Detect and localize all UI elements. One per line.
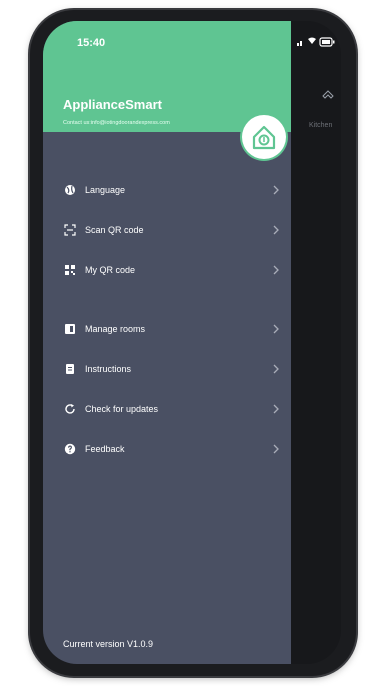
menu-item-manage-rooms[interactable]: Manage rooms [43,315,291,343]
book-icon [64,363,76,375]
phone-screen: Kitchen 15:40 ApplianceSmart Contact us:… [43,21,341,664]
scan-icon [64,224,76,236]
menu-item-my-qr[interactable]: My QR code [43,256,291,284]
version-text: Current version V1.0.9 [63,639,154,649]
smart-home-logo-icon [252,125,276,150]
side-drawer: 15:40 ApplianceSmart Contact us:info@iot… [43,21,291,664]
room-tab-label[interactable]: Kitchen [309,122,332,129]
refresh-icon [64,403,76,415]
home-outline-icon[interactable] [321,89,335,103]
menu-label-manage-rooms: Manage rooms [85,324,146,334]
chevron-right-icon [273,324,279,334]
contact-text: Contact us:info@iotingdoorandexpress.com [63,120,170,126]
menu-label-my-qr: My QR code [85,265,136,275]
chevron-right-icon [273,225,279,235]
menu-label-language: Language [85,185,126,195]
menu-label-instructions: Instructions [85,364,132,374]
status-time: 15:40 [77,37,106,49]
chevron-right-icon [273,265,279,275]
chevron-right-icon [273,404,279,414]
room-icon [64,323,76,335]
app-logo [242,115,286,159]
menu-item-language[interactable]: Language [43,176,291,204]
qr-code-icon [64,264,76,276]
phone-frame: Kitchen 15:40 ApplianceSmart Contact us:… [30,10,356,676]
menu-label-check-updates: Check for updates [85,404,159,414]
menu-item-instructions[interactable]: Instructions [43,355,291,383]
menu-item-check-updates[interactable]: Check for updates [43,395,291,423]
menu-label-feedback: Feedback [85,444,125,454]
help-icon [64,443,76,455]
chevron-right-icon [273,364,279,374]
menu-label-scan-qr: Scan QR code [85,225,144,235]
menu-item-scan-qr[interactable]: Scan QR code [43,216,291,244]
status-icons [291,35,341,49]
app-name: ApplianceSmart [63,97,162,112]
signal-wifi-battery-icon [297,37,335,47]
chevron-right-icon [273,185,279,195]
globe-icon [64,184,76,196]
chevron-right-icon [273,444,279,454]
menu-item-feedback[interactable]: Feedback [43,435,291,463]
